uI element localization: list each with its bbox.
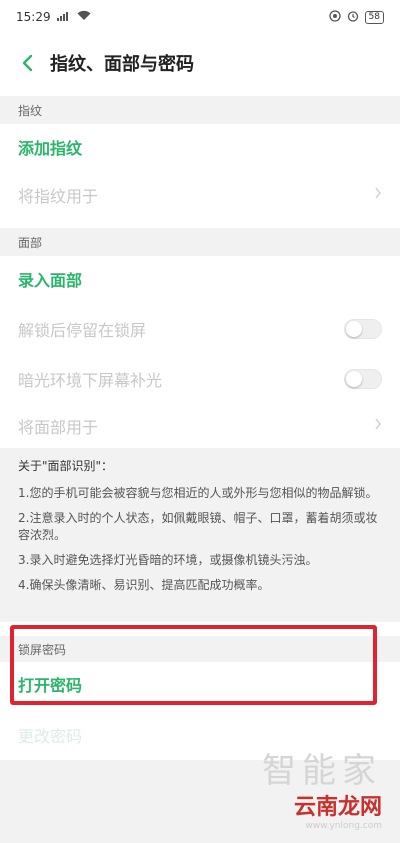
dim-light-fill-toggle[interactable] — [344, 369, 382, 389]
face-recognition-notes: 关于"面部识别"： 1.您的手机可能会被容貌与您相近的人或外形与您相似的物品解锁… — [0, 448, 400, 622]
back-button[interactable] — [14, 50, 40, 76]
stay-on-lockscreen-label: 解锁后停留在锁屏 — [18, 321, 147, 340]
status-time: 15:29 — [16, 10, 51, 24]
note-item: 2.注意录入时的个人状态，如佩戴眼镜、帽子、口罩，蓄着胡须或妆容浓烈。 — [18, 511, 378, 542]
watermark-top-text: 智能家 — [262, 751, 382, 791]
enroll-face-item[interactable]: 录入面部 — [0, 256, 400, 302]
change-password-label: 更改密码 — [18, 727, 83, 746]
note-item: 4.确保头像清晰、易识别、提高匹配成功概率。 — [18, 578, 270, 592]
add-fingerprint-label: 添加指纹 — [18, 139, 83, 158]
stay-on-lockscreen-toggle[interactable] — [344, 319, 382, 339]
watermark-url: www.ynlong.com — [305, 821, 382, 831]
enroll-face-label: 录入面部 — [18, 271, 83, 290]
face-use-label: 将面部用于 — [18, 418, 99, 437]
chevron-right-icon — [374, 418, 382, 434]
battery-indicator: 58 — [364, 10, 384, 24]
status-bar: 15:29 58 — [0, 0, 400, 34]
watermark: 智能家 云南龙网 www.ynlong.com — [262, 753, 382, 831]
page-header: 指纹、面部与密码 — [0, 40, 400, 86]
fingerprint-use-label: 将指纹用于 — [18, 187, 99, 206]
chevron-left-icon — [22, 54, 33, 72]
chevron-right-icon — [374, 187, 382, 203]
notes-title: 关于"面部识别"： — [18, 459, 114, 473]
wifi-icon — [77, 10, 91, 24]
note-item: 3.录入时避免选择灯光昏暗的环境，或摄像机镜头污浊。 — [18, 553, 318, 567]
dim-light-fill-label: 暗光环境下屏幕补光 — [18, 371, 163, 390]
fingerprint-use-item[interactable]: 将指纹用于 — [0, 170, 400, 220]
note-item: 1.您的手机可能会被容貌与您相近的人或外形与您相似的物品解锁。 — [18, 486, 378, 500]
add-fingerprint-item[interactable]: 添加指纹 — [0, 124, 400, 170]
alarm-icon — [347, 10, 359, 25]
face-section-header: 面部 — [0, 228, 400, 256]
fingerprint-section-header: 指纹 — [0, 96, 400, 124]
watermark-logo-text: 云南龙网 — [293, 795, 382, 820]
page-title: 指纹、面部与密码 — [50, 54, 194, 75]
highlight-box — [10, 625, 377, 705]
stay-on-lockscreen-item: 解锁后停留在锁屏 — [0, 304, 400, 354]
eye-comfort-icon — [328, 9, 341, 25]
dim-light-fill-item: 暗光环境下屏幕补光 — [0, 354, 400, 404]
signal-icon — [56, 10, 71, 24]
face-use-item[interactable]: 将面部用于 — [0, 404, 400, 448]
